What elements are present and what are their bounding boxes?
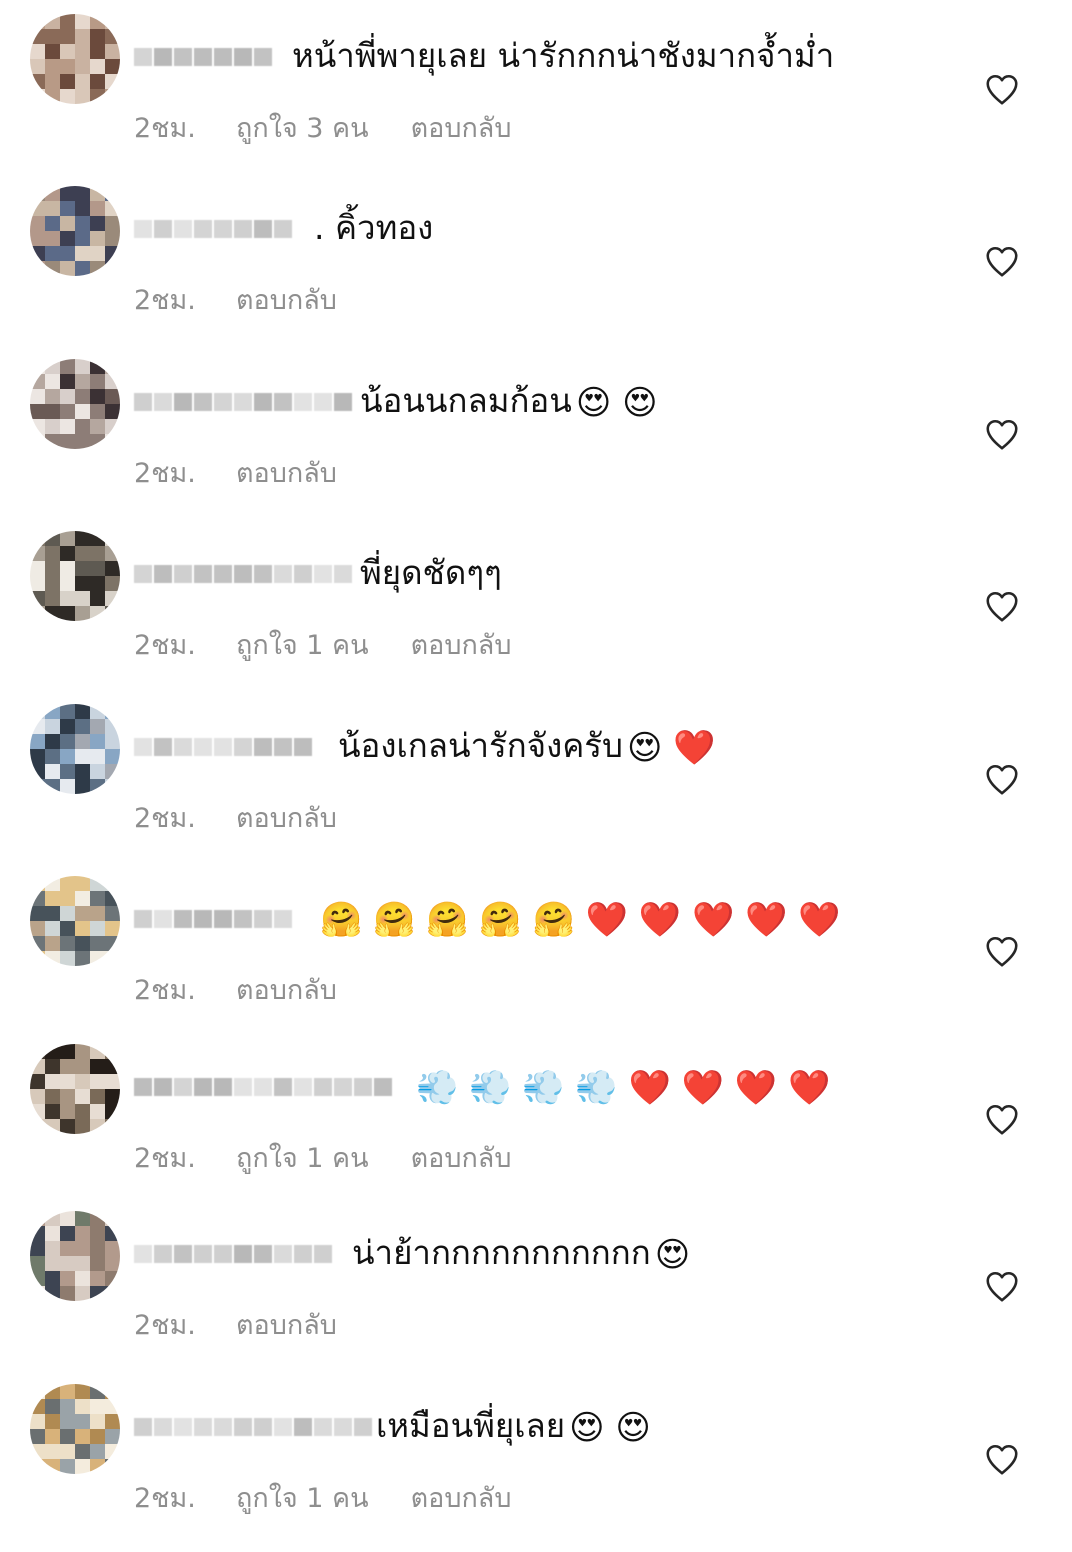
comment-meta: 2ชม. ตอบกลับ <box>134 1303 337 1346</box>
comment-meta: 2ชม. ถูกใจ 1 คน ตอบกลับ <box>134 1476 511 1519</box>
comment-meta: 2ชม. ถูกใจ 3 คน ตอบกลับ <box>134 106 511 149</box>
timestamp: 2ชม. <box>134 975 196 1006</box>
comment-body: หน้าพี่พายุเลย น่ารักกกน่าชังมากจ้ำม่ำ <box>292 36 835 75</box>
comment-text: น่าย้ากกกกกกกกกกก 😍 <box>352 1227 690 1281</box>
heart-outline-icon <box>986 591 1018 622</box>
comment-body: น้องเกลน่ารักจังครับ <box>338 726 623 765</box>
comment-emoji: 💨 💨 💨 💨 ❤️ ❤️ ❤️ ❤️ <box>416 1067 831 1108</box>
comment-meta: 2ชม. ตอบกลับ <box>134 451 337 494</box>
comment-item: น้องเกลน่ารักจังครับ 😍 ❤️ 2ชม. ตอบกลับ <box>0 700 1072 872</box>
username-blurred[interactable] <box>134 734 312 760</box>
heart-outline-icon <box>986 74 1018 105</box>
heart-outline-icon <box>986 1444 1018 1475</box>
reply-button[interactable]: ตอบกลับ <box>236 451 337 494</box>
comment-body: น่าย้ากกกกกกกกกกก <box>352 1233 651 1272</box>
comment-item: หน้าพี่พายุเลย น่ารักกกน่าชังมากจ้ำม่ำ 2ช… <box>0 10 1072 182</box>
heart-outline-icon <box>986 936 1018 967</box>
username-blurred[interactable] <box>134 216 292 242</box>
comment-meta: 2ชม. ตอบกลับ <box>134 796 337 839</box>
comment-text: พี่ยุดชัดๆๆ <box>360 547 506 601</box>
avatar[interactable] <box>30 1384 120 1474</box>
comment-item: เหมือนพี่ยุเลย 😍 😍 2ชม. ถูกใจ 1 คน ตอบกลับ <box>0 1380 1072 1552</box>
heart-outline-icon <box>986 1104 1018 1135</box>
comment-emoji: 😍 😍 <box>575 382 658 423</box>
like-heart-button[interactable] <box>984 1442 1020 1476</box>
reply-button[interactable]: ตอบกลับ <box>236 968 337 1011</box>
comment-body: น้อนนกลมก้อน <box>360 381 572 420</box>
comment-body: พี่ยุดชัดๆๆ <box>360 553 502 592</box>
like-count-link[interactable]: ถูกใจ 1 คน <box>236 623 369 666</box>
timestamp: 2ชม. <box>134 458 196 489</box>
comment-text: น้องเกลน่ารักจังครับ 😍 ❤️ <box>338 720 716 774</box>
comment-emoji: 😍 <box>654 1234 691 1275</box>
username-blurred[interactable] <box>134 561 352 587</box>
avatar[interactable] <box>30 1044 120 1134</box>
username-blurred[interactable] <box>134 389 352 415</box>
like-count-link[interactable]: ถูกใจ 1 คน <box>236 1136 369 1179</box>
timestamp: 2ชม. <box>134 630 196 661</box>
comment-text: น้อนนกลมก้อน 😍 😍 <box>360 375 658 429</box>
like-heart-button[interactable] <box>984 934 1020 968</box>
comment-body: . คิ้วทอง <box>314 208 434 247</box>
avatar[interactable] <box>30 876 120 966</box>
like-heart-button[interactable] <box>984 72 1020 106</box>
reply-button[interactable]: ตอบกลับ <box>411 1476 512 1519</box>
reply-button[interactable]: ตอบกลับ <box>236 1303 337 1346</box>
username-blurred[interactable] <box>134 44 272 70</box>
like-count-link[interactable]: ถูกใจ 1 คน <box>236 1476 369 1519</box>
comment-text: หน้าพี่พายุเลย น่ารักกกน่าชังมากจ้ำม่ำ <box>292 30 838 84</box>
comment-item: . คิ้วทอง 2ชม. ตอบกลับ <box>0 182 1072 354</box>
comment-text: เหมือนพี่ยุเลย 😍 😍 <box>376 1400 651 1454</box>
timestamp: 2ชม. <box>134 1483 196 1514</box>
like-count-link[interactable]: ถูกใจ 3 คน <box>236 106 369 149</box>
comment-item: พี่ยุดชัดๆๆ 2ชม. ถูกใจ 1 คน ตอบกลับ <box>0 527 1072 699</box>
like-heart-button[interactable] <box>984 417 1020 451</box>
timestamp: 2ชม. <box>134 113 196 144</box>
reply-button[interactable]: ตอบกลับ <box>411 623 512 666</box>
avatar[interactable] <box>30 1211 120 1301</box>
username-blurred[interactable] <box>134 1074 392 1100</box>
comment-item: 🤗 🤗 🤗 🤗 🤗 ❤️ ❤️ ❤️ ❤️ ❤️ 2ชม. ตอบกลับ <box>0 872 1072 1044</box>
comment-meta: 2ชม. ตอบกลับ <box>134 278 337 321</box>
avatar[interactable] <box>30 186 120 276</box>
comment-emoji: 🤗 🤗 🤗 🤗 🤗 ❤️ ❤️ ❤️ ❤️ ❤️ <box>320 899 841 940</box>
comment-meta: 2ชม. ตอบกลับ <box>134 968 337 1011</box>
username-blurred[interactable] <box>134 906 292 932</box>
heart-outline-icon <box>986 246 1018 277</box>
username-blurred[interactable] <box>134 1241 332 1267</box>
avatar[interactable] <box>30 14 120 104</box>
comment-emoji: 😍 ❤️ <box>626 727 716 768</box>
timestamp: 2ชม. <box>134 1143 196 1174</box>
timestamp: 2ชม. <box>134 803 196 834</box>
username-blurred[interactable] <box>134 1414 372 1440</box>
avatar[interactable] <box>30 531 120 621</box>
comment-item: น่าย้ากกกกกกกกกกก 😍 2ชม. ตอบกลับ <box>0 1207 1072 1379</box>
heart-outline-icon <box>986 1271 1018 1302</box>
comment-emoji: 😍 😍 <box>569 1407 651 1448</box>
comment-text: 💨 💨 💨 💨 ❤️ ❤️ ❤️ ❤️ <box>412 1060 830 1114</box>
avatar[interactable] <box>30 359 120 449</box>
comment-meta: 2ชม. ถูกใจ 1 คน ตอบกลับ <box>134 623 511 666</box>
avatar[interactable] <box>30 704 120 794</box>
heart-outline-icon <box>986 764 1018 795</box>
comment-text: . คิ้วทอง <box>314 202 437 256</box>
comment-item: น้อนนกลมก้อน 😍 😍 2ชม. ตอบกลับ <box>0 355 1072 527</box>
comment-text: 🤗 🤗 🤗 🤗 🤗 ❤️ ❤️ ❤️ ❤️ ❤️ <box>316 892 841 946</box>
comment-meta: 2ชม. ถูกใจ 1 คน ตอบกลับ <box>134 1136 511 1179</box>
like-heart-button[interactable] <box>984 244 1020 278</box>
like-heart-button[interactable] <box>984 762 1020 796</box>
reply-button[interactable]: ตอบกลับ <box>236 796 337 839</box>
comment-item: 💨 💨 💨 💨 ❤️ ❤️ ❤️ ❤️ 2ชม. ถูกใจ 1 คน ตอบกลับ <box>0 1040 1072 1212</box>
like-heart-button[interactable] <box>984 589 1020 623</box>
timestamp: 2ชม. <box>134 1310 196 1341</box>
reply-button[interactable]: ตอบกลับ <box>411 1136 512 1179</box>
timestamp: 2ชม. <box>134 285 196 316</box>
heart-outline-icon <box>986 419 1018 450</box>
reply-button[interactable]: ตอบกลับ <box>411 106 512 149</box>
comment-body: เหมือนพี่ยุเลย <box>376 1406 566 1445</box>
like-heart-button[interactable] <box>984 1269 1020 1303</box>
like-heart-button[interactable] <box>984 1102 1020 1136</box>
reply-button[interactable]: ตอบกลับ <box>236 278 337 321</box>
